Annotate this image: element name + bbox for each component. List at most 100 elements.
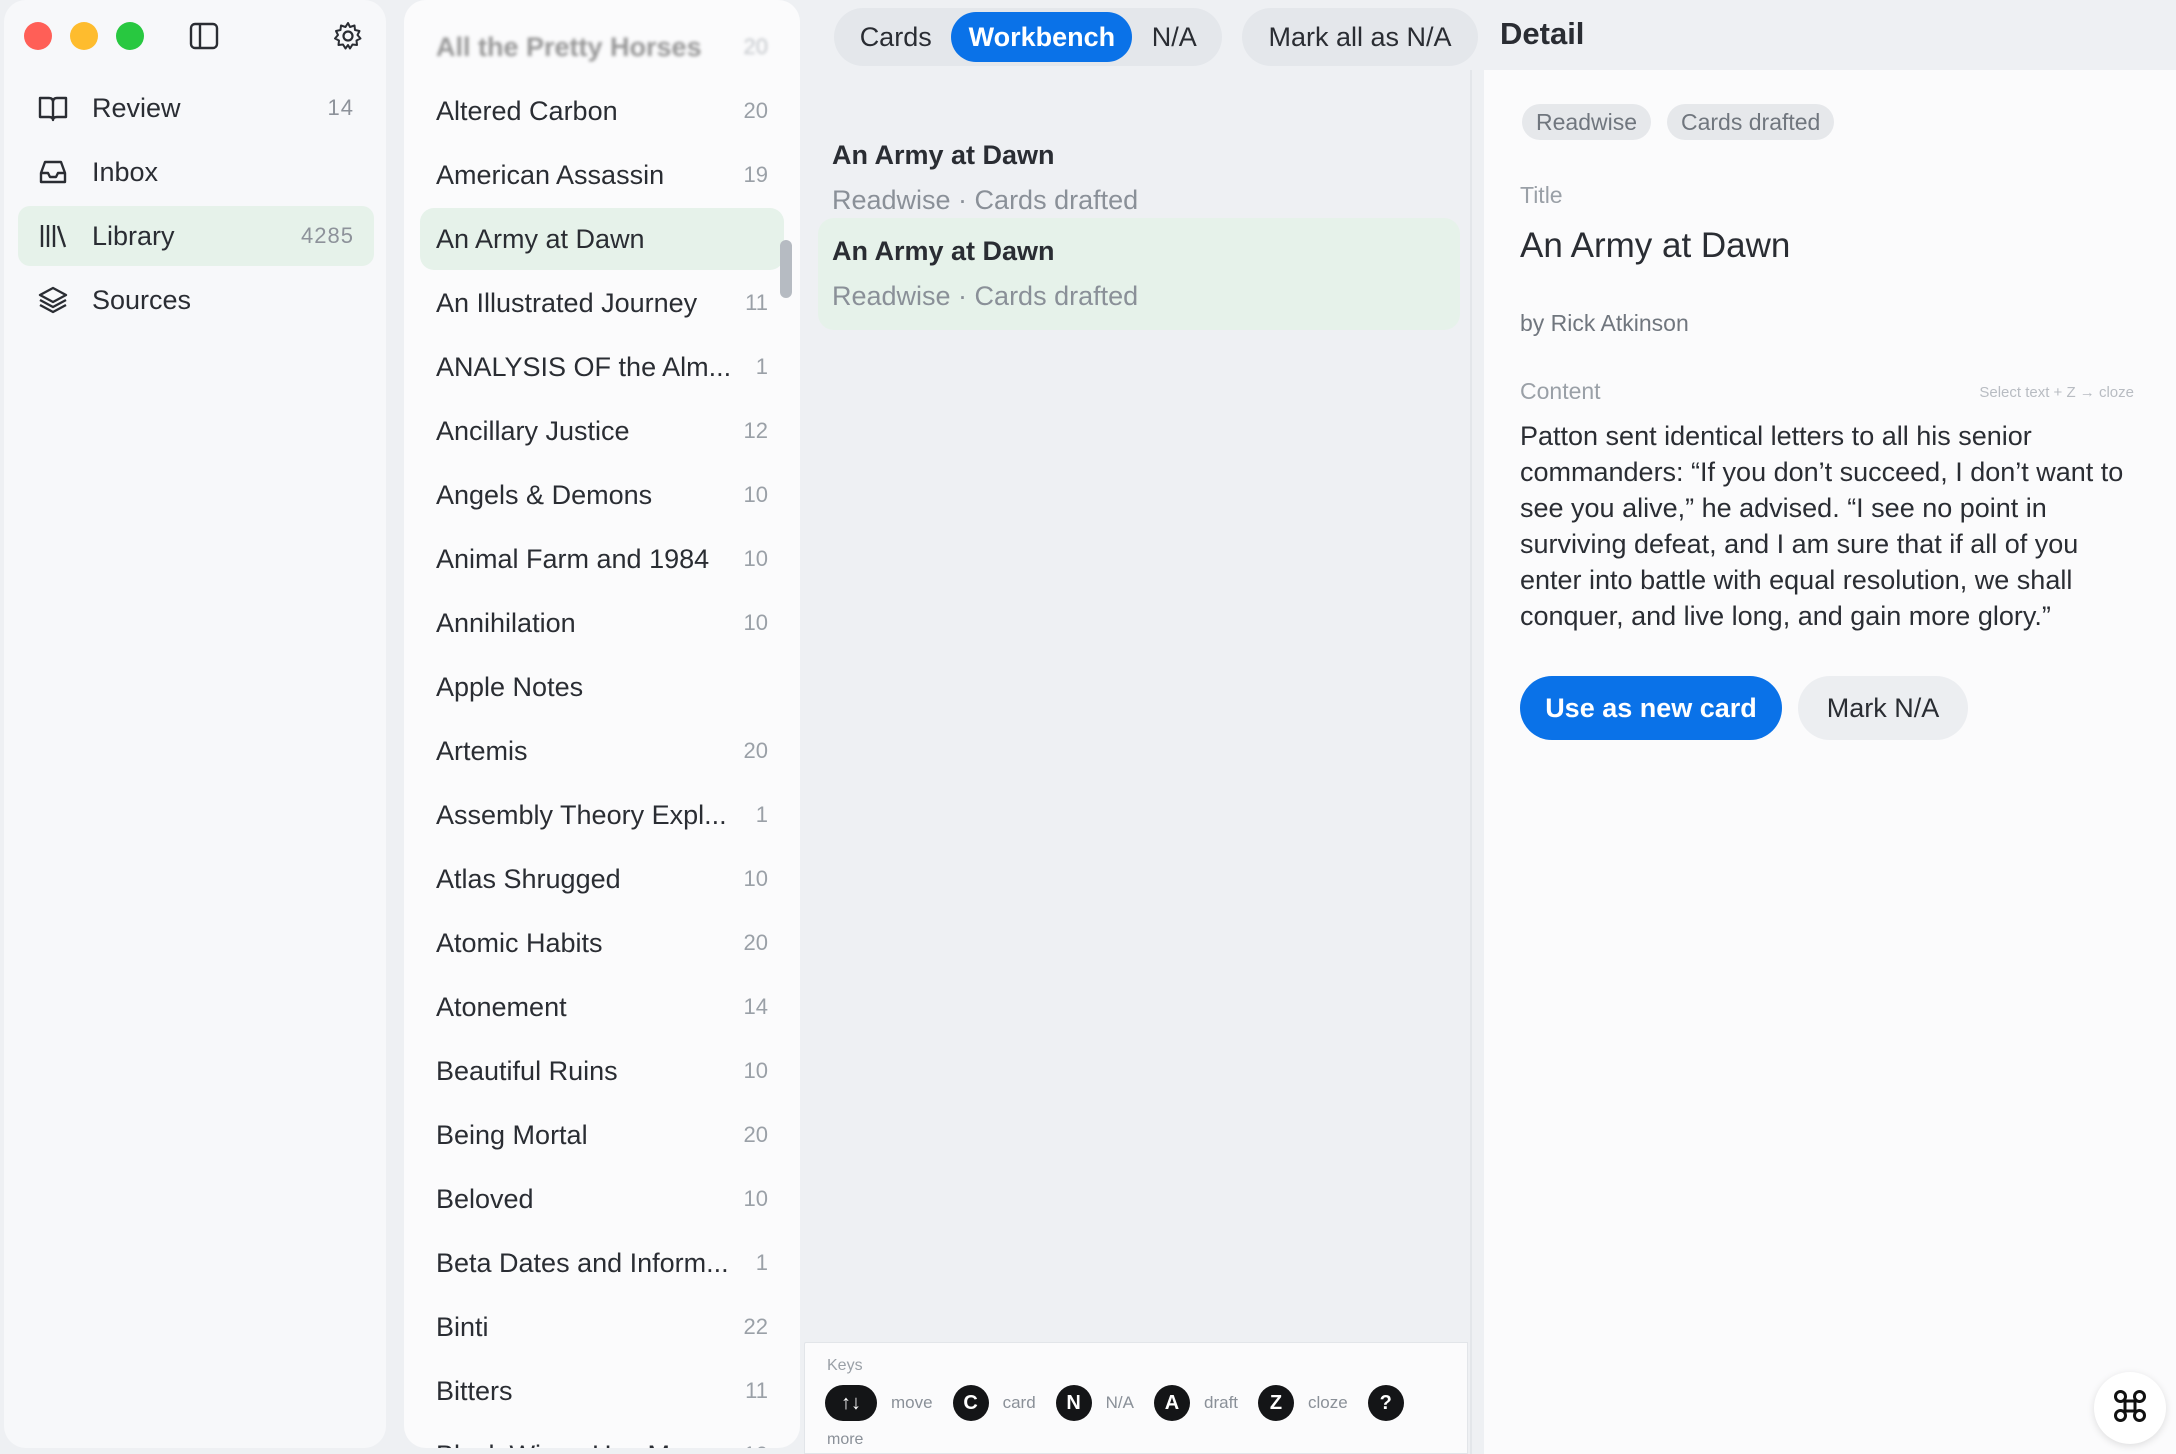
list-item[interactable]: Apple Notes	[420, 656, 784, 718]
status-chip: Cards drafted	[1667, 104, 1835, 140]
item-meta: Readwise · Cards drafted	[832, 185, 1139, 215]
detail-author: by Rick Atkinson	[1520, 310, 1689, 336]
sidebar-toggle-icon[interactable]	[186, 18, 222, 54]
book-title: Beloved	[436, 1183, 534, 1214]
list-item[interactable]: Assembly Theory Expl... 1	[420, 784, 784, 846]
book-title: Black Wings Has My...	[436, 1440, 738, 1449]
item-title: An Army at Dawn	[832, 140, 1055, 170]
list-item[interactable]: Angels & Demons 10	[420, 464, 784, 526]
library-scrollbar[interactable]	[780, 240, 792, 298]
book-title: Apple Notes	[436, 671, 584, 702]
keys-header: Keys	[827, 1357, 863, 1374]
book-title: American Assassin	[436, 159, 665, 190]
tab-workbench[interactable]: Workbench	[951, 12, 1133, 62]
sidebar-item-library[interactable]: Library 4285	[18, 206, 374, 266]
book-title: Beta Dates and Inform...	[436, 1247, 729, 1278]
list-item[interactable]: Binti 22	[420, 1296, 784, 1358]
n-key-badge: N	[1055, 1385, 1092, 1421]
sidebar-item-label: Library	[92, 220, 175, 251]
book-count: 12	[743, 418, 768, 443]
list-item[interactable]: Bitters 11	[420, 1360, 784, 1422]
arrows-key-badge: ↑↓	[825, 1385, 877, 1421]
book-count: 11	[745, 1378, 768, 1403]
window-close-button[interactable]	[24, 22, 52, 50]
book-title: Artemis	[436, 735, 528, 766]
key-label: cloze	[1308, 1393, 1348, 1412]
item-meta: Readwise · Cards drafted	[832, 281, 1139, 311]
list-item-selected[interactable]: An Army at Dawn	[420, 208, 784, 270]
book-open-icon	[36, 91, 70, 125]
book-count: 10	[743, 546, 768, 571]
list-item[interactable]: Artemis 20	[420, 720, 784, 782]
book-title: Atomic Habits	[436, 927, 603, 958]
list-item[interactable]: Atomic Habits 20	[420, 912, 784, 974]
key-label: card	[1002, 1393, 1036, 1412]
sidebar-item-label: Inbox	[92, 156, 159, 187]
window-zoom-button[interactable]	[116, 22, 144, 50]
book-count: 1	[755, 802, 768, 827]
detail-content[interactable]: Patton sent identical letters to all his…	[1520, 418, 2140, 634]
sidebar-item-count: 14	[327, 95, 354, 120]
list-item[interactable]: Atlas Shrugged 10	[420, 848, 784, 910]
book-count: 10	[743, 1186, 768, 1211]
key-label: draft	[1204, 1393, 1239, 1412]
detail-title: An Army at Dawn	[1520, 226, 1791, 265]
c-key-badge: C	[952, 1385, 989, 1421]
library-book-list: All the Pretty Horses 20 Altered Carbon …	[404, 0, 800, 1448]
gear-icon[interactable]	[330, 18, 366, 54]
list-item[interactable]: Animal Farm and 1984 10	[420, 528, 784, 590]
mark-all-na-button[interactable]: Mark all as N/A	[1242, 8, 1478, 66]
list-item[interactable]: American Assassin 19	[420, 144, 784, 206]
mark-na-button[interactable]: Mark N/A	[1798, 676, 1968, 740]
sidebar-item-inbox[interactable]: Inbox	[18, 142, 374, 202]
list-item[interactable]: All the Pretty Horses 20	[420, 16, 784, 78]
list-item[interactable]: Black Wings Has My... 10	[420, 1424, 784, 1449]
book-title: ANALYSIS OF the Alm...	[436, 351, 732, 382]
list-item[interactable]: Beloved 10	[420, 1168, 784, 1230]
use-as-new-card-button[interactable]: Use as new card	[1520, 676, 1782, 740]
book-title: Annihilation	[436, 607, 576, 638]
book-count: 20	[743, 1122, 768, 1147]
keys-more-link[interactable]: more	[827, 1431, 863, 1449]
source-chip: Readwise	[1522, 104, 1651, 140]
sidebar: Review 14 Inbox Library 4285 Sources	[4, 0, 386, 1448]
detail-heading: Detail	[1500, 16, 1585, 51]
list-item[interactable]: Being Mortal 20	[420, 1104, 784, 1166]
z-key-badge: Z	[1258, 1385, 1295, 1421]
sidebar-item-sources[interactable]: Sources	[18, 270, 374, 330]
book-title: Atlas Shrugged	[436, 863, 621, 894]
sidebar-item-count: 4285	[301, 223, 354, 248]
content-label: Content	[1520, 378, 1601, 404]
detail-chips: Readwise Cards drafted	[1522, 104, 1850, 140]
help-key-badge[interactable]: ?	[1367, 1385, 1404, 1421]
list-item[interactable]: Beta Dates and Inform... 1	[420, 1232, 784, 1294]
book-count: 11	[745, 290, 768, 315]
tab-cards[interactable]: Cards	[840, 12, 951, 62]
view-segmented-control: Cards Workbench N/A	[834, 8, 1222, 66]
list-item[interactable]: Ancillary Justice 12	[420, 400, 784, 462]
command-icon	[2111, 1387, 2149, 1430]
app-menu-button[interactable]	[2094, 1372, 2166, 1444]
list-item-selected[interactable]: An Army at Dawn Readwise · Cards drafted	[818, 218, 1460, 330]
book-title: Angels & Demons	[436, 479, 653, 510]
list-item[interactable]: ANALYSIS OF the Alm... 1	[420, 336, 784, 398]
book-count: 20	[743, 98, 768, 123]
list-item[interactable]: Atonement 14	[420, 976, 784, 1038]
book-count: 1	[755, 354, 768, 379]
book-title: Beautiful Ruins	[436, 1055, 618, 1086]
book-count: 10	[743, 1058, 768, 1083]
book-title: Animal Farm and 1984	[436, 543, 710, 574]
panel-divider	[1470, 70, 1472, 1454]
workbench-list: An Army at Dawn Readwise · Cards drafted…	[806, 76, 1470, 1454]
sidebar-item-review[interactable]: Review 14	[18, 78, 374, 138]
book-count: 19	[743, 162, 768, 187]
list-item[interactable]: Beautiful Ruins 10	[420, 1040, 784, 1102]
list-item[interactable]: An Illustrated Journey 11	[420, 272, 784, 334]
book-count: 22	[743, 1314, 768, 1339]
list-item[interactable]: Annihilation 10	[420, 592, 784, 654]
window-minimize-button[interactable]	[70, 22, 98, 50]
tab-na[interactable]: N/A	[1132, 12, 1216, 62]
list-item[interactable]: Altered Carbon 20	[420, 80, 784, 142]
book-count: 10	[743, 866, 768, 891]
detail-panel: Readwise Cards drafted Title An Army at …	[1484, 70, 2176, 1454]
